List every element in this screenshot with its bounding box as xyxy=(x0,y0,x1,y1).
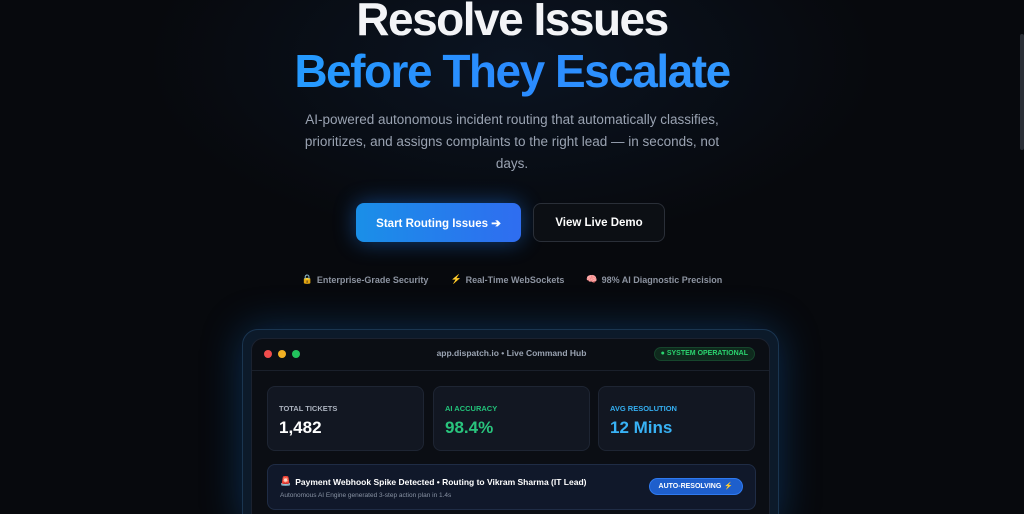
alert-title: Payment Webhook Spike Detected • Routing… xyxy=(295,476,587,487)
lightning-icon: ⚡ xyxy=(450,274,462,284)
divider xyxy=(252,370,769,371)
stat-value: 98.4% xyxy=(445,418,494,437)
view-live-demo-button[interactable]: View Live Demo xyxy=(533,203,665,242)
stat-label: AI ACCURACY xyxy=(445,404,498,413)
feature-label: 98% AI Diagnostic Precision xyxy=(601,274,723,285)
alert-subtitle: Autonomous AI Engine generated 3-step ac… xyxy=(280,492,452,499)
auto-resolving-badge[interactable]: AUTO-RESOLVING ⚡ xyxy=(648,478,743,495)
landing-page: Resolve Issues Before They Escalate AI-p… xyxy=(0,0,1024,514)
incident-alert[interactable]: 🚨 Payment Webhook Spike Detected • Routi… xyxy=(267,464,756,510)
stat-value: 12 Mins xyxy=(610,418,673,437)
feature-label: Real-Time WebSockets xyxy=(465,274,565,285)
hero-subtitle: AI-powered autonomous incident routing t… xyxy=(304,112,720,171)
alert-title-row: 🚨 Payment Webhook Spike Detected • Routi… xyxy=(280,476,586,487)
dashboard-preview: app.dispatch.io • Live Command Hub ● SYS… xyxy=(251,338,770,514)
stat-label: TOTAL TICKETS xyxy=(279,404,338,413)
stat-value: 1,482 xyxy=(279,418,322,437)
stat-card-total-tickets: TOTAL TICKETS 1,482 xyxy=(267,386,424,451)
brain-icon: 🧠 xyxy=(586,274,598,284)
feature-security: 🔒 Enterprise-Grade Security xyxy=(302,274,429,285)
feature-label: Enterprise-Grade Security xyxy=(316,274,429,285)
hero-title-line-2: Before They Escalate xyxy=(0,44,1024,98)
start-routing-button[interactable]: Start Routing Issues ➔ xyxy=(356,203,521,242)
lock-icon: 🔒 xyxy=(301,274,313,284)
stat-card-ai-accuracy: AI ACCURACY 98.4% xyxy=(433,386,590,451)
feature-ai-precision: 🧠 98% AI Diagnostic Precision xyxy=(586,274,722,285)
feature-websockets: ⚡ Real-Time WebSockets xyxy=(450,274,564,285)
badge-label: AUTO-RESOLVING xyxy=(658,483,722,490)
hero-title-line-1: Resolve Issues xyxy=(356,0,669,45)
feature-list: 🔒 Enterprise-Grade Security ⚡ Real-Time … xyxy=(0,274,1024,285)
stat-card-avg-resolution: AVG RESOLUTION 12 Mins xyxy=(598,386,755,451)
lightning-icon: ⚡ xyxy=(724,483,733,490)
siren-icon: 🚨 xyxy=(280,476,292,486)
status-badge: ● SYSTEM OPERATIONAL xyxy=(653,347,755,361)
stat-label: AVG RESOLUTION xyxy=(610,404,677,413)
